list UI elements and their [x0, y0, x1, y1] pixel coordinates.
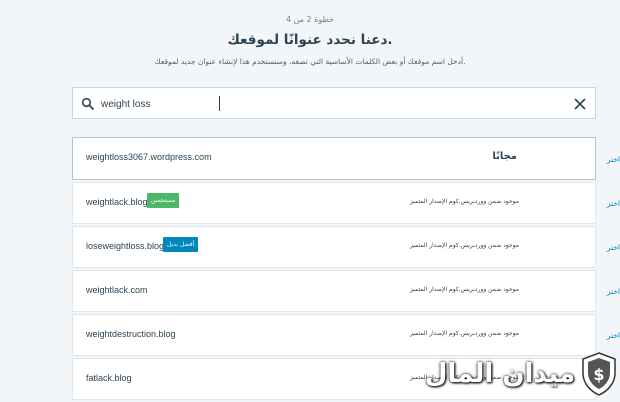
select-button[interactable]: اختر — [594, 155, 620, 164]
page-title: دعنا نحدد عنوانًا لموقعك. — [227, 32, 393, 48]
svg-text:$: $ — [593, 365, 604, 384]
price-label: موجود ضمن ووردبريس.كوم الإصدار المتميز — [409, 330, 519, 337]
domain-name: fatlack.blog — [86, 373, 132, 383]
recommended-badge: مستحسن — [147, 193, 180, 208]
text-caret — [219, 96, 220, 111]
search-icon — [81, 96, 95, 110]
select-button[interactable]: اختر — [594, 199, 620, 208]
close-icon[interactable] — [573, 96, 587, 110]
watermark-text: ميدان المال — [424, 359, 576, 389]
price-label: موجود ضمن ووردبريس.كوم الإصدار المتميز — [409, 198, 519, 205]
shield-dollar-icon: $ — [580, 351, 618, 397]
price-label: مجانًا — [492, 151, 517, 162]
price-label: موجود ضمن ووردبريس.كوم الإصدار المتميز — [409, 286, 519, 293]
domain-row[interactable]: weightlack.blog مستحسن موجود ضمن ووردبري… — [72, 182, 596, 224]
price-label: موجود ضمن ووردبريس.كوم الإصدار المتميز — [409, 242, 519, 249]
select-button[interactable]: اختر — [594, 331, 620, 340]
best-alternative-badge: أفضل بديل — [163, 237, 199, 252]
domain-row[interactable]: weightloss3067.wordpress.com مجانًا — [72, 137, 596, 180]
domain-name: weightlack.blog — [86, 197, 148, 207]
step-indicator: خطوة 2 من 4 — [285, 15, 335, 24]
search-input[interactable] — [101, 94, 541, 114]
search-box[interactable] — [72, 87, 596, 119]
select-button[interactable]: اختر — [594, 287, 620, 296]
page-subtitle: أدخل اسم موقعك أو بعض الكلمات الأساسية ا… — [154, 57, 466, 66]
domain-name: weightdestruction.blog — [86, 329, 176, 339]
domain-name: loseweightloss.blog — [86, 241, 165, 251]
domain-row[interactable]: loseweightloss.blog أفضل بديل موجود ضمن … — [72, 226, 596, 268]
domain-row[interactable]: weightlack.com موجود ضمن ووردبريس.كوم ال… — [72, 270, 596, 312]
domain-name: weightloss3067.wordpress.com — [86, 152, 212, 162]
select-button[interactable]: اختر — [594, 243, 620, 252]
domain-name: weightlack.com — [86, 285, 148, 295]
watermark: ميدان المال $ — [420, 349, 620, 400]
